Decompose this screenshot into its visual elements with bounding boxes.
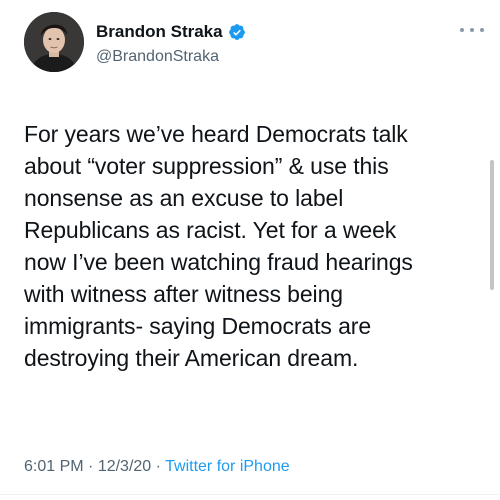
more-dot bbox=[480, 28, 484, 32]
tweet-text-line: destroying their American dream. bbox=[24, 345, 359, 371]
tweet-text-line: nonsense as an excuse to label bbox=[24, 185, 344, 211]
tweet-text-line: with witness after witness being bbox=[24, 281, 343, 307]
more-options-icon[interactable] bbox=[460, 24, 484, 36]
name-row: Brandon Straka bbox=[96, 22, 246, 42]
scrollbar[interactable] bbox=[490, 160, 494, 290]
meta-separator: · bbox=[83, 458, 98, 475]
more-dot bbox=[460, 28, 464, 32]
display-name[interactable]: Brandon Straka bbox=[96, 22, 223, 42]
avatar-image bbox=[24, 12, 84, 72]
meta-separator: · bbox=[151, 458, 166, 475]
tweet-text-line: Republicans as racist. Yet for a week bbox=[24, 217, 397, 243]
handle[interactable]: @BrandonStraka bbox=[96, 47, 246, 67]
tweet-source-link[interactable]: Twitter for iPhone bbox=[165, 458, 290, 475]
author-info: Brandon Straka @BrandonStraka bbox=[96, 22, 246, 67]
avatar[interactable] bbox=[24, 12, 84, 72]
tweet-text-line: about “voter suppression” & use this bbox=[24, 153, 389, 179]
tweet-text: For years we’ve heard Democrats talk abo… bbox=[24, 118, 484, 374]
tweet-metadata: 6:01 PM · 12/3/20 · Twitter for iPhone bbox=[24, 457, 290, 477]
divider bbox=[0, 494, 500, 495]
tweet-date[interactable]: 12/3/20 bbox=[98, 458, 151, 475]
tweet-text-line: For years we’ve heard Democrats talk bbox=[24, 121, 408, 147]
more-dot bbox=[470, 28, 474, 32]
tweet-time[interactable]: 6:01 PM bbox=[24, 458, 84, 475]
tweet: Brandon Straka @BrandonStraka For years … bbox=[0, 0, 500, 500]
tweet-text-line: immigrants- saying Democrats are bbox=[24, 313, 372, 339]
verified-badge-icon bbox=[228, 23, 246, 41]
tweet-text-line: now I’ve been watching fraud hearings bbox=[24, 249, 413, 275]
